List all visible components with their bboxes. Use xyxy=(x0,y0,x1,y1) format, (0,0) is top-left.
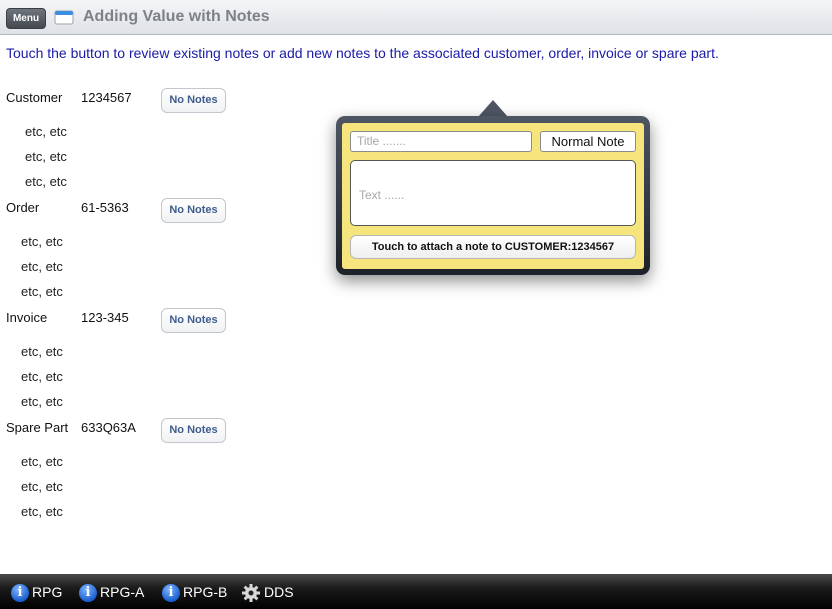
customer-notes-button[interactable]: No Notes xyxy=(161,88,226,113)
spare-part-detail: etc, etc xyxy=(21,479,63,494)
spare-part-notes-button[interactable]: No Notes xyxy=(161,418,226,443)
customer-label: Customer xyxy=(6,90,63,105)
order-label: Order xyxy=(6,200,40,215)
info-icon: i xyxy=(79,584,97,602)
order-value: 61-5363 xyxy=(81,200,129,215)
customer-value: 1234567 xyxy=(81,90,132,105)
invoice-detail: etc, etc xyxy=(21,369,63,384)
bottom-toolbar: i RPG i RPG-A i RPG-B DDS xyxy=(0,574,832,609)
order-detail: etc, etc xyxy=(21,234,63,249)
tab-dds[interactable]: DDS xyxy=(264,583,294,601)
order-detail: etc, etc xyxy=(21,259,63,274)
invoice-value: 123-345 xyxy=(81,310,129,325)
page-title: Adding Value with Notes xyxy=(83,8,270,25)
notes-app-icon xyxy=(54,10,74,25)
info-icon: i xyxy=(162,584,180,602)
info-icon: i xyxy=(11,584,29,602)
spare-part-detail: etc, etc xyxy=(21,454,63,469)
spare-part-value: 633Q63A xyxy=(81,420,136,435)
customer-detail: etc, etc xyxy=(25,174,67,189)
tab-rpg-a[interactable]: RPG-A xyxy=(100,583,144,601)
invoice-detail: etc, etc xyxy=(21,394,63,409)
note-title-input[interactable]: Title ....... xyxy=(350,131,532,152)
note-popover: Title ....... Normal Note Text ...... To… xyxy=(336,116,650,275)
note-type-button[interactable]: Normal Note xyxy=(540,131,636,152)
customer-detail: etc, etc xyxy=(25,124,67,139)
tab-rpg-b[interactable]: RPG-B xyxy=(183,583,227,601)
note-editor-panel: Title ....... Normal Note Text ...... To… xyxy=(342,123,644,269)
tab-rpg[interactable]: RPG xyxy=(32,583,62,601)
customer-detail: etc, etc xyxy=(25,149,67,164)
spare-part-label: Spare Part xyxy=(6,420,69,435)
intro-text: Touch the button to review existing note… xyxy=(6,45,719,61)
order-notes-button[interactable]: No Notes xyxy=(161,198,226,223)
invoice-label: Invoice xyxy=(6,310,48,325)
note-text-input[interactable]: Text ...... xyxy=(350,160,636,226)
invoice-detail: etc, etc xyxy=(21,344,63,359)
popover-arrow xyxy=(478,100,508,117)
menu-button[interactable]: Menu xyxy=(6,8,46,29)
order-detail: etc, etc xyxy=(21,284,63,299)
spare-part-detail: etc, etc xyxy=(21,504,63,519)
top-navigation-bar: Menu Adding Value with Notes xyxy=(0,0,832,35)
invoice-notes-button[interactable]: No Notes xyxy=(161,308,226,333)
attach-note-button[interactable]: Touch to attach a note to CUSTOMER:12345… xyxy=(350,235,636,259)
gear-icon xyxy=(242,584,260,602)
